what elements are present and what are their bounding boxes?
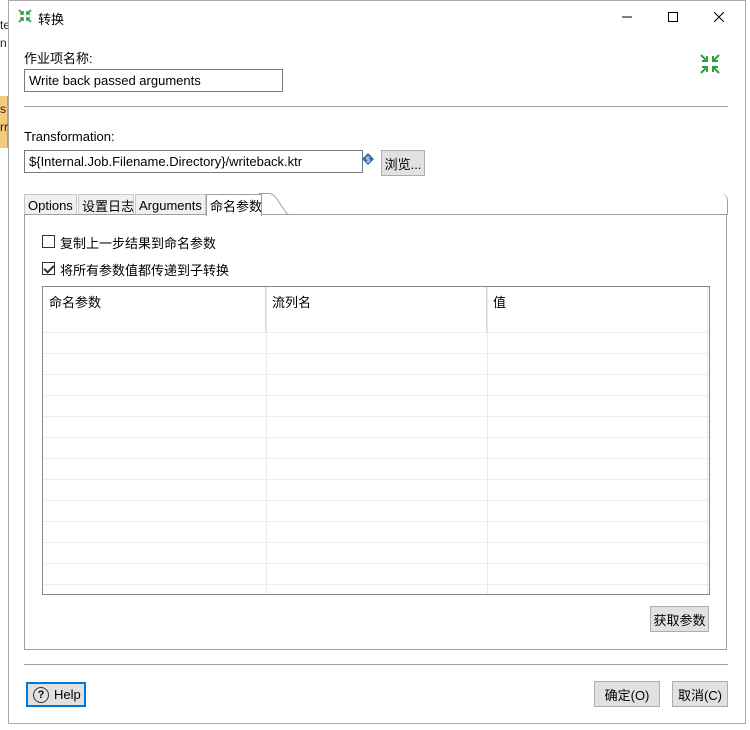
title-bar: 转换 [9,1,745,32]
table-row[interactable] [43,501,709,522]
background-orange-block: s rr [0,96,8,148]
transformation-dialog: 转换 作业项名称: Write back passed arguments Tr… [8,0,746,724]
transformation-large-icon [700,54,720,74]
background-window: te n s rr [0,0,8,730]
job-name-label: 作业项名称: [24,51,93,66]
tab-arguments[interactable]: Arguments [135,194,206,215]
ok-button[interactable]: 确定(O) [594,681,660,707]
column-header-value[interactable]: 值 [487,287,709,333]
help-button-label: Help [54,687,81,702]
close-icon [714,11,724,22]
minimize-button[interactable] [604,1,650,32]
tab-named-parameters[interactable]: 命名参数 [206,194,262,216]
table-row[interactable] [43,333,709,354]
table-row[interactable] [43,522,709,543]
tab-strip-edge [287,193,728,215]
background-text: rr [0,120,8,134]
tab-logging[interactable]: 设置日志 [78,194,134,215]
table-row[interactable] [43,543,709,564]
separator [24,664,728,665]
get-parameters-button[interactable]: 获取参数 [650,606,709,632]
transformation-icon [18,9,32,23]
close-button[interactable] [696,1,742,32]
pass-all-params-label: 将所有参数值都传递到子转换 [60,263,230,278]
browse-button[interactable]: 浏览... [381,150,425,176]
background-text: s [0,102,6,116]
help-icon: ? [33,686,49,703]
pass-all-params-checkbox[interactable] [42,262,55,275]
named-parameters-table[interactable]: 命名参数 流列名 值 [42,286,710,595]
table-row[interactable] [43,375,709,396]
tab-edge [259,193,289,215]
minimize-icon [622,16,632,17]
copy-previous-checkbox[interactable] [42,235,55,248]
background-text: te [0,18,8,32]
table-row[interactable] [43,564,709,585]
job-name-input[interactable]: Write back passed arguments [24,69,283,92]
copy-previous-label: 复制上一步结果到命名参数 [60,236,217,251]
column-header-parameter[interactable]: 命名参数 [43,287,266,333]
table-header: 命名参数 流列名 值 [43,287,709,333]
help-button[interactable]: ? Help [26,682,86,707]
tab-options[interactable]: Options [24,194,77,215]
cancel-button[interactable]: 取消(C) [672,681,728,707]
table-row[interactable] [43,438,709,459]
table-row[interactable] [43,354,709,375]
table-row[interactable] [43,417,709,438]
background-text: n [0,36,7,50]
svg-text:$: $ [365,155,370,164]
transformation-label: Transformation: [24,129,115,144]
table-row[interactable] [43,459,709,480]
table-row[interactable] [43,396,709,417]
maximize-button[interactable] [650,1,696,32]
separator [24,106,728,107]
window-title: 转换 [38,12,65,27]
transformation-path-input[interactable]: ${Internal.Job.Filename.Directory}/write… [24,150,363,173]
table-row[interactable] [43,480,709,501]
maximize-icon [668,11,678,22]
variable-icon[interactable]: $ [362,153,374,165]
column-header-stream-column[interactable]: 流列名 [266,287,487,333]
